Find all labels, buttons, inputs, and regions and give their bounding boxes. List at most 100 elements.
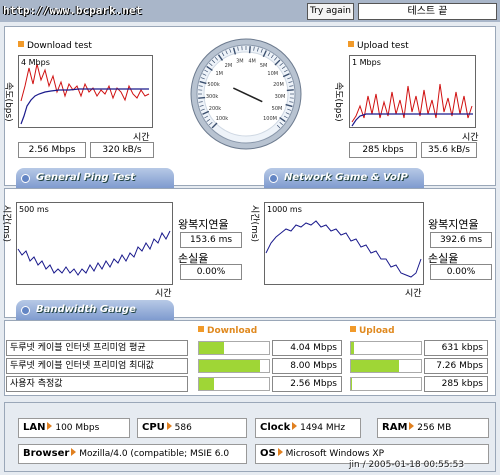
download-bar [198, 377, 270, 391]
ping-right-scale: 1000 ms [267, 205, 302, 214]
bandwidth-row-label: 두루넷 케이블 인터넷 프리미엄 평균 [6, 340, 188, 356]
os-value: Microsoft Windows XP [285, 449, 385, 459]
download-kbs: 320 kB/s [90, 142, 154, 158]
clock-info: Clock 1494 MHz [255, 418, 361, 438]
gauge-tick-label: 5M [260, 63, 268, 69]
gauge-tick-label: 30M [275, 94, 286, 100]
cpu-info: CPU 586 [137, 418, 247, 438]
lan-info: LAN 100 Mbps [18, 418, 130, 438]
gauge-tick-label: 50M [272, 106, 283, 112]
ping-right-series [265, 220, 422, 278]
browser-label: Browser [23, 448, 70, 459]
browser-info: Browser Mozilla/4.0 (compatible; MSIE 6.… [18, 444, 247, 464]
ram-label: RAM [382, 422, 408, 433]
upload-chart: 1 Mbps [349, 55, 476, 128]
gauge-tick-label: 1M [215, 71, 223, 77]
download-scale: 4 Mbps [21, 58, 50, 67]
ping-right-rtt: 392.6 ms [430, 232, 492, 248]
test-status: 테스트 끝 [358, 3, 497, 20]
download-mbps: 2.56 Mbps [18, 142, 86, 158]
ping-left-rtt-label: 왕복지연율 [178, 218, 229, 231]
lan-value: 100 Mbps [55, 423, 100, 433]
upload-bar [350, 377, 422, 391]
ping-right-chart: 1000 ms [264, 202, 424, 285]
ping-right-xlabel: 시간 [405, 289, 422, 299]
tab-bandwidth-label: Bandwidth Gauge [36, 304, 136, 315]
upload-bar [350, 341, 422, 355]
upload-kbs: 35.6 kB/s [421, 142, 477, 158]
download-series-red [20, 63, 150, 102]
upload-title-text: Upload test [357, 41, 409, 51]
gauge-tick-label: 2M [225, 63, 233, 69]
bandwidth-upload-header: Upload [350, 326, 395, 336]
gauge-tick-label: 300k [206, 94, 219, 100]
ping-left-rtt: 153.6 ms [180, 232, 242, 248]
gauge-tick-label: 20M [273, 82, 284, 88]
ram-value: 256 MB [417, 423, 452, 433]
upload-value: 7.26 Mbps [424, 358, 488, 374]
ping-left-xlabel: 시간 [155, 289, 172, 299]
upload-title: Upload test [348, 41, 409, 51]
bw-download-bullet [198, 326, 204, 332]
bandwidth-download-header: Download [198, 326, 257, 336]
download-bullet [18, 41, 24, 47]
download-series-blue [20, 88, 149, 125]
upload-bar-fill [351, 378, 353, 390]
tab-ping-label: General Ping Test [36, 172, 136, 183]
ping-left-chart: 500 ms [16, 202, 173, 285]
download-bar [198, 341, 270, 355]
upload-kbps: 285 kbps [349, 142, 417, 158]
download-value: 4.04 Mbps [272, 340, 342, 356]
ram-arrow-icon [409, 422, 415, 430]
download-bar [198, 359, 270, 373]
ping-right-rtt-label: 왕복지연율 [428, 218, 479, 231]
upload-bar [350, 359, 422, 373]
gauge-tick-label: 200k [209, 106, 222, 112]
cpu-arrow-icon [166, 422, 172, 430]
ping-left-loss: 0.00% [180, 264, 242, 280]
tab-network-game[interactable]: Network Game & VoIP Test [264, 168, 424, 203]
gauge-tick [286, 89, 294, 92]
download-bar-fill [199, 342, 225, 354]
upload-bar-fill [351, 342, 354, 354]
tab-ping-dot [21, 174, 30, 183]
ping-right-ylabel: 시간(ms) [249, 205, 259, 243]
gauge-tick [248, 46, 251, 54]
upload-bullet [348, 41, 354, 47]
clock-arrow-icon [292, 422, 298, 430]
try-again-button[interactable]: Try again [307, 3, 354, 20]
bw-download-header-text: Download [207, 326, 258, 336]
gauge-tick-label: 500k [207, 82, 220, 88]
download-bar-fill [199, 378, 215, 390]
site-url[interactable]: http://www.bcpark.net [3, 4, 142, 17]
tab-bandwidth-gauge[interactable]: Bandwidth Gauge [16, 300, 174, 320]
download-title-text: Download test [27, 41, 92, 51]
download-ylabel: 속도(bps) [3, 82, 13, 122]
os-label: OS [260, 448, 276, 459]
gauge-tick-label: 100M [263, 116, 277, 122]
gauge-tick-label: 10M [267, 71, 278, 77]
download-value: 2.56 Mbps [272, 376, 342, 392]
tab-bandwidth-dot [21, 306, 30, 315]
download-value: 8.00 Mbps [272, 358, 342, 374]
download-bar-fill [199, 360, 260, 372]
tab-game-dot [269, 174, 278, 183]
cpu-label: CPU [142, 422, 165, 433]
browser-value: Mozilla/4.0 (compatible; MSIE 6.0 [79, 449, 230, 459]
upload-value: 631 kbps [424, 340, 488, 356]
upload-ylabel: 속도(bps) [333, 82, 343, 122]
ram-info: RAM 256 MB [377, 418, 489, 438]
upload-value: 285 kbps [424, 376, 488, 392]
bandwidth-row-label: 두루넷 케이블 인터넷 프리미엄 최대값 [6, 358, 188, 374]
ping-left-series [17, 230, 171, 276]
ping-left-scale: 500 ms [19, 205, 49, 214]
lan-label: LAN [23, 422, 46, 433]
tab-general-ping[interactable]: General Ping Test [16, 168, 174, 188]
clock-value: 1494 MHz [300, 423, 346, 433]
download-title: Download test [18, 41, 92, 51]
timestamp: jin / 2005-01-18 00:55:53 [349, 460, 465, 470]
gauge-tick-label: 3M [236, 59, 244, 65]
download-chart: 4 Mbps [18, 55, 153, 128]
speed-gauge: 100k 200k 300k 500k 1M 2M 3M 4M 5M 10M 20M 30M 50M 10… [190, 38, 302, 150]
browser-arrow-icon [71, 448, 77, 456]
